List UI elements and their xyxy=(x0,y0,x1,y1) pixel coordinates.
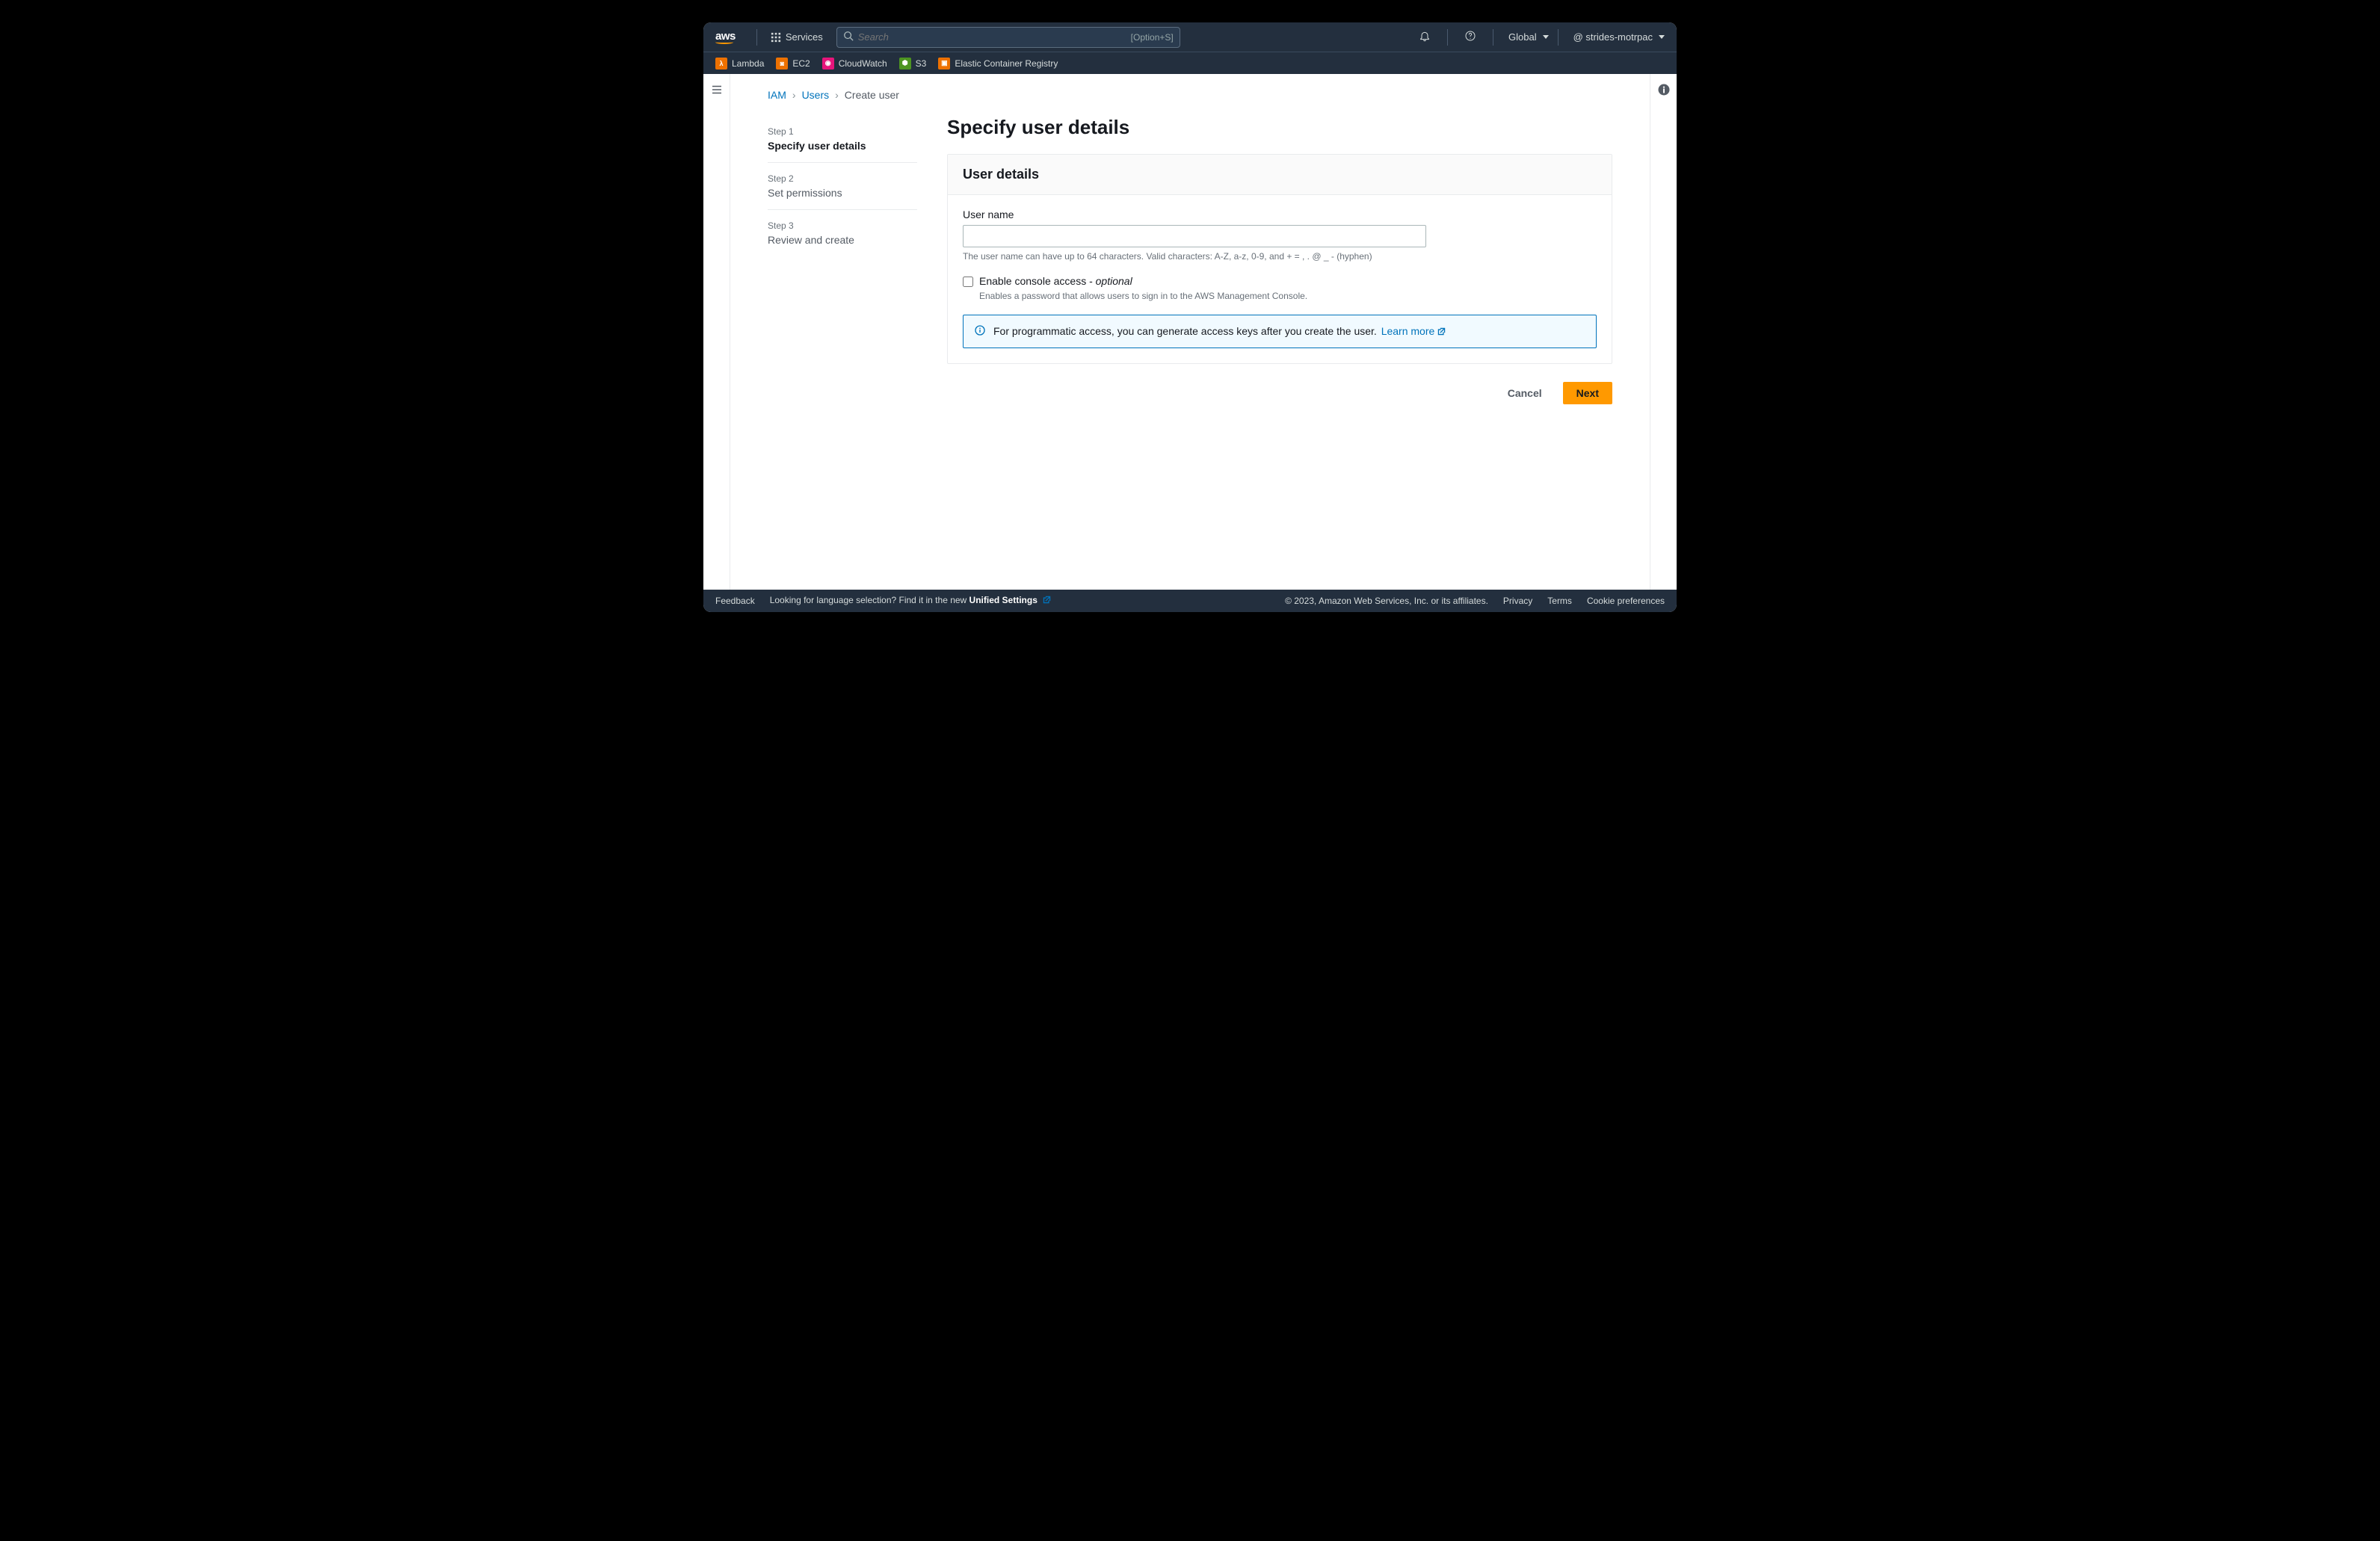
step-number: Step 1 xyxy=(768,126,917,137)
footer: Feedback Looking for language selection?… xyxy=(703,590,1677,612)
external-link-icon xyxy=(1437,327,1446,339)
info-panel-icon xyxy=(1657,83,1671,590)
caret-down-icon xyxy=(1543,35,1549,39)
breadcrumb-iam[interactable]: IAM xyxy=(768,89,786,101)
region-selector[interactable]: Global xyxy=(1508,31,1549,43)
shortcut-label: S3 xyxy=(916,58,927,69)
footer-copyright: © 2023, Amazon Web Services, Inc. or its… xyxy=(1285,596,1488,606)
shortcut-ecr[interactable]: ▣ Elastic Container Registry xyxy=(938,58,1058,70)
shortcut-label: CloudWatch xyxy=(839,58,887,69)
search-icon xyxy=(843,31,858,43)
step-number: Step 3 xyxy=(768,220,917,231)
wizard-step-2[interactable]: Step 2 Set permissions xyxy=(768,163,917,210)
username-label: User name xyxy=(963,209,1597,220)
ecr-icon: ▣ xyxy=(938,58,950,70)
ec2-icon: ◙ xyxy=(776,58,788,70)
shortcut-label: Lambda xyxy=(732,58,764,69)
account-menu[interactable]: @ strides-motrpac xyxy=(1573,31,1665,43)
step-title: Specify user details xyxy=(768,140,917,152)
s3-icon: ⬢ xyxy=(899,58,911,70)
footer-lang-prompt: Looking for language selection? Find it … xyxy=(770,595,1052,607)
help-button[interactable] xyxy=(1464,30,1476,44)
help-icon xyxy=(1464,30,1476,44)
shortcut-cloudwatch[interactable]: ◉ CloudWatch xyxy=(822,58,887,70)
cloudwatch-icon: ◉ xyxy=(822,58,834,70)
console-access-checkbox[interactable] xyxy=(963,277,973,287)
wizard-steps: Step 1 Specify user details Step 2 Set p… xyxy=(768,116,917,404)
privacy-link[interactable]: Privacy xyxy=(1503,596,1532,606)
feedback-link[interactable]: Feedback xyxy=(715,596,755,606)
panel-header: User details xyxy=(963,167,1597,182)
services-label: Services xyxy=(786,31,823,43)
console-access-label: Enable console access - optional xyxy=(979,275,1132,287)
account-label: @ strides-motrpac xyxy=(1573,31,1653,43)
wizard-step-1[interactable]: Step 1 Specify user details xyxy=(768,116,917,163)
divider xyxy=(756,29,757,46)
shortcut-lambda[interactable]: λ Lambda xyxy=(715,58,764,70)
shortcut-label: EC2 xyxy=(792,58,810,69)
terms-link[interactable]: Terms xyxy=(1547,596,1572,606)
breadcrumb-current: Create user xyxy=(845,89,899,101)
unified-settings-link[interactable]: Unified Settings xyxy=(969,595,1052,605)
info-alert: For programmatic access, you can generat… xyxy=(963,315,1597,348)
wizard-step-3[interactable]: Step 3 Review and create xyxy=(768,210,917,256)
notifications-button[interactable] xyxy=(1419,30,1431,44)
search-shortcut: [Option+S] xyxy=(1131,32,1174,43)
info-icon xyxy=(974,324,986,339)
step-title: Review and create xyxy=(768,234,917,246)
breadcrumb: IAM › Users › Create user xyxy=(768,89,1612,101)
bell-icon xyxy=(1419,30,1431,44)
hamburger-icon xyxy=(710,83,724,590)
region-label: Global xyxy=(1508,31,1537,43)
shortcut-ec2[interactable]: ◙ EC2 xyxy=(776,58,810,70)
right-panel-toggle[interactable] xyxy=(1650,74,1677,590)
lambda-icon: λ xyxy=(715,58,727,70)
search-box[interactable]: [Option+S] xyxy=(836,27,1180,48)
chevron-right-icon: › xyxy=(835,89,839,101)
left-panel-toggle[interactable] xyxy=(703,74,730,590)
shortcut-s3[interactable]: ⬢ S3 xyxy=(899,58,927,70)
chevron-right-icon: › xyxy=(792,89,796,101)
favorites-bar: λ Lambda ◙ EC2 ◉ CloudWatch ⬢ S3 ▣ Elast… xyxy=(703,52,1677,74)
shortcut-label: Elastic Container Registry xyxy=(955,58,1058,69)
page-title: Specify user details xyxy=(947,116,1612,139)
username-input[interactable] xyxy=(963,225,1426,247)
learn-more-link[interactable]: Learn more xyxy=(1381,325,1447,337)
services-menu-button[interactable]: Services xyxy=(766,28,827,46)
next-button[interactable]: Next xyxy=(1563,382,1612,404)
divider xyxy=(1447,29,1448,46)
apps-grid-icon xyxy=(771,32,781,43)
caret-down-icon xyxy=(1659,35,1665,39)
username-hint: The user name can have up to 64 characte… xyxy=(963,251,1597,262)
breadcrumb-users[interactable]: Users xyxy=(802,89,830,101)
step-number: Step 2 xyxy=(768,173,917,184)
wizard-actions: Cancel Next xyxy=(947,382,1612,404)
console-access-description: Enables a password that allows users to … xyxy=(979,291,1307,301)
cookie-preferences-link[interactable]: Cookie preferences xyxy=(1587,596,1665,606)
top-nav: aws Services [Option+S] xyxy=(703,22,1677,52)
cancel-button[interactable]: Cancel xyxy=(1494,382,1556,404)
aws-logo[interactable]: aws xyxy=(715,30,736,44)
info-text: For programmatic access, you can generat… xyxy=(993,325,1377,337)
user-details-panel: User details User name The user name can… xyxy=(947,154,1612,364)
external-link-icon xyxy=(1042,595,1052,607)
search-input[interactable] xyxy=(858,31,1131,43)
step-title: Set permissions xyxy=(768,187,917,199)
divider xyxy=(1558,29,1559,46)
